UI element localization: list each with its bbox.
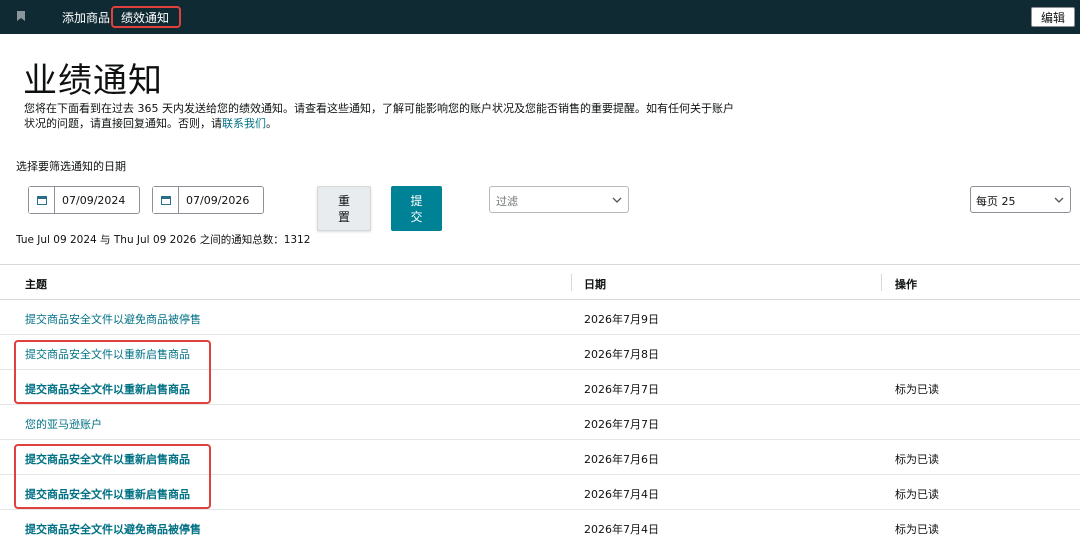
mark-read-link[interactable]: 标为已读 (895, 521, 939, 537)
column-header-action: 操作 (895, 278, 917, 291)
intro-text: 您将在下面看到在过去 365 天内发送给您的绩效通知。请查看这些通知，了解可能影… (24, 101, 734, 131)
bookmark-icon[interactable] (17, 11, 25, 21)
page-title: 业绩通知 (23, 61, 163, 101)
highlight-annotation (14, 444, 211, 509)
per-page-value: 每页 25 (976, 195, 1016, 208)
chevron-down-icon (612, 197, 622, 203)
mark-read-link[interactable]: 标为已读 (895, 381, 939, 397)
notification-total: Tue Jul 09 2024 与 Thu Jul 09 2026 之间的通知总… (16, 234, 311, 246)
filter-placeholder: 过滤 (496, 195, 518, 208)
submit-button-label: 提交 (410, 193, 423, 224)
notification-date: 2026年7月4日 (584, 488, 659, 501)
date-to-field[interactable]: 07/09/2026 (152, 186, 264, 214)
notification-date: 2026年7月9日 (584, 313, 659, 326)
notification-date: 2026年7月4日 (584, 523, 659, 536)
notification-subject-link[interactable]: 提交商品安全文件以避免商品被停售 (25, 311, 201, 327)
highlight-annotation (14, 340, 211, 404)
column-divider (881, 274, 882, 291)
table-row: 您的亚马逊账户 2026年7月7日 (0, 405, 1080, 440)
notification-subject-link[interactable]: 提交商品安全文件以避免商品被停售 (25, 521, 201, 537)
calendar-icon[interactable] (153, 187, 179, 213)
highlight-annotation (111, 6, 181, 28)
intro-line-suffix: 。 (266, 117, 277, 130)
filter-dropdown[interactable]: 过滤 (489, 186, 629, 213)
reset-button[interactable]: 重置 (317, 186, 371, 231)
column-divider (571, 274, 572, 291)
notification-date: 2026年7月8日 (584, 348, 659, 361)
edit-button[interactable]: 编辑 (1031, 7, 1075, 27)
contact-us-link[interactable]: 联系我们 (222, 117, 266, 130)
intro-line: 您将在下面看到在过去 365 天内发送给您的绩效通知。请查看这些通知，了解可能影… (24, 102, 734, 115)
table-row: 提交商品安全文件以避免商品被停售 2026年7月9日 (0, 300, 1080, 335)
intro-line: 状况的问题，请直接回复通知。否则，请联系我们。 (24, 116, 724, 131)
table-header: 主题 日期 操作 (0, 264, 1080, 300)
per-page-select[interactable]: 每页 25 (970, 186, 1071, 213)
calendar-icon[interactable] (29, 187, 55, 213)
date-from-field[interactable]: 07/09/2024 (28, 186, 140, 214)
date-filter-label: 选择要筛选通知的日期 (16, 160, 126, 173)
mark-read-link[interactable]: 标为已读 (895, 451, 939, 467)
reset-button-label: 重置 (337, 193, 350, 224)
column-header-subject[interactable]: 主题 (25, 276, 47, 292)
mark-read-link[interactable]: 标为已读 (895, 486, 939, 502)
notification-subject-link[interactable]: 您的亚马逊账户 (25, 416, 102, 432)
column-header-date[interactable]: 日期 (584, 276, 606, 292)
notification-date: 2026年7月6日 (584, 453, 659, 466)
intro-line-prefix: 状况的问题，请直接回复通知。否则，请 (24, 117, 222, 130)
notification-date: 2026年7月7日 (584, 418, 659, 431)
nav-add-product[interactable]: 添加商品 (62, 9, 110, 26)
submit-button[interactable]: 提交 (391, 186, 442, 231)
notification-date: 2026年7月7日 (584, 383, 659, 396)
chevron-down-icon (1054, 197, 1064, 203)
date-to-value[interactable]: 07/09/2026 (179, 187, 249, 213)
date-from-value[interactable]: 07/09/2024 (55, 187, 125, 213)
table-row: 提交商品安全文件以避免商品被停售 2026年7月4日 标为已读 (0, 510, 1080, 541)
